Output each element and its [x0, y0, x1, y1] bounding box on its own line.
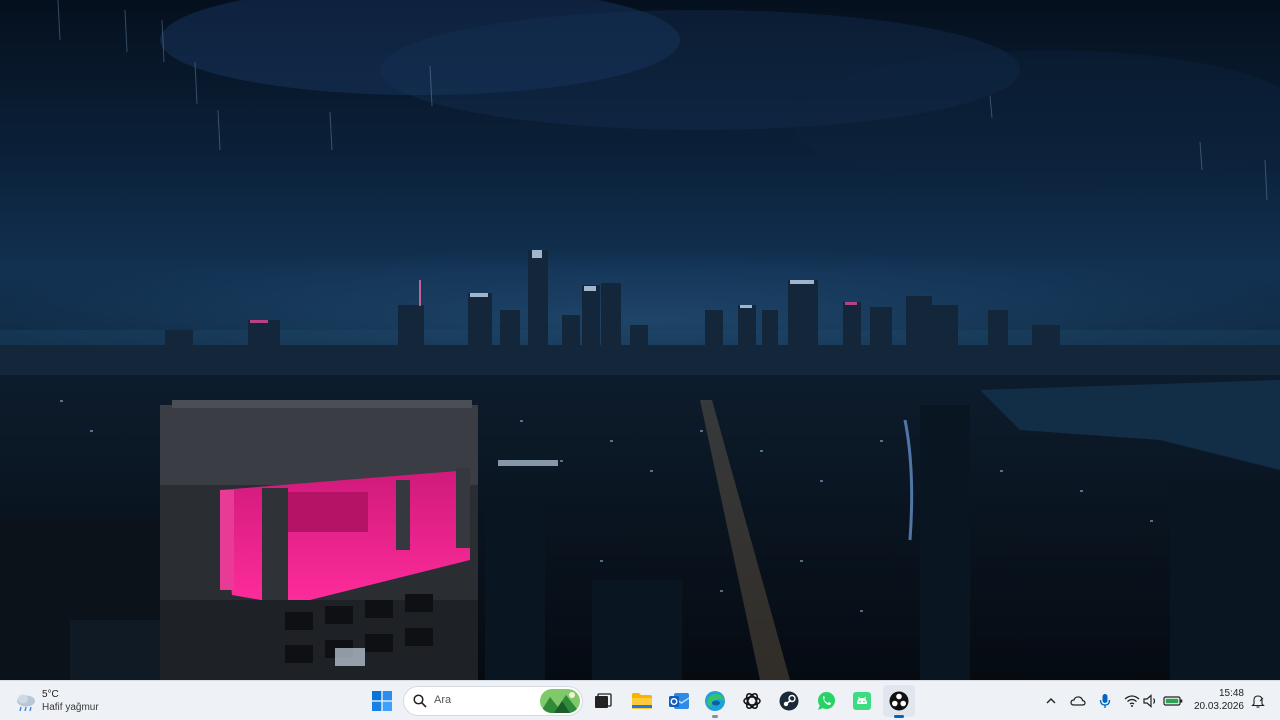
onedrive-icon: [1070, 696, 1086, 706]
rain-cloud-icon: [17, 694, 35, 712]
onedrive-button[interactable]: [1068, 691, 1088, 711]
desktop-wallpaper: [0, 0, 1280, 680]
running-indicator: [712, 715, 718, 718]
chatgpt-button[interactable]: [736, 685, 768, 717]
windows-start-icon: [372, 691, 392, 711]
file-explorer-button[interactable]: [626, 685, 658, 717]
android-icon: [853, 692, 871, 710]
battery-button[interactable]: [1163, 691, 1183, 711]
steam-button[interactable]: [773, 685, 805, 717]
search-highlight-image: [540, 689, 580, 713]
notification-button[interactable]: [1248, 691, 1268, 711]
clock-time: 15:48: [1218, 688, 1244, 699]
edge-button[interactable]: [699, 685, 731, 718]
volume-icon: [1143, 694, 1156, 708]
show-hidden-icons-button[interactable]: [1041, 691, 1061, 711]
weather-temperature: 5°C: [42, 689, 59, 700]
microphone-icon: [1099, 694, 1111, 708]
task-view-icon: [595, 693, 612, 708]
obs-icon: [889, 691, 909, 711]
weather-widget[interactable]: 5°C Hafif yağmur: [14, 685, 114, 717]
chevron-up-icon: [1046, 698, 1056, 704]
network-button[interactable]: [1122, 691, 1142, 711]
city-wallpaper: [0, 0, 1280, 680]
search-icon: [413, 694, 427, 708]
folder-icon: [632, 693, 652, 709]
taskbar: 5°C Hafif yağmur Ara 15:48 20.03.2026: [0, 680, 1280, 720]
active-indicator: [894, 715, 904, 718]
whatsapp-icon: [818, 692, 835, 710]
notification-bell-icon: [1251, 695, 1265, 708]
android-app-button[interactable]: [846, 685, 878, 717]
battery-icon: [1163, 696, 1183, 706]
outlook-button[interactable]: [663, 685, 695, 717]
weather-condition: Hafif yağmur: [42, 702, 99, 713]
whatsapp-button[interactable]: [810, 685, 842, 717]
volume-button[interactable]: [1141, 691, 1161, 711]
clock[interactable]: 15:48 20.03.2026: [1192, 687, 1244, 714]
search-box[interactable]: Ara: [403, 686, 583, 716]
clock-date: 20.03.2026: [1193, 701, 1244, 712]
start-button[interactable]: [366, 685, 398, 717]
outlook-icon: [669, 693, 690, 709]
steam-icon: [779, 691, 799, 711]
chatgpt-icon: [743, 693, 761, 709]
edge-icon: [705, 691, 725, 711]
search-placeholder: Ara: [434, 694, 452, 706]
obs-button[interactable]: [883, 685, 915, 718]
microphone-button[interactable]: [1095, 691, 1115, 711]
wifi-icon: [1124, 695, 1140, 707]
task-view-button[interactable]: [587, 685, 619, 717]
